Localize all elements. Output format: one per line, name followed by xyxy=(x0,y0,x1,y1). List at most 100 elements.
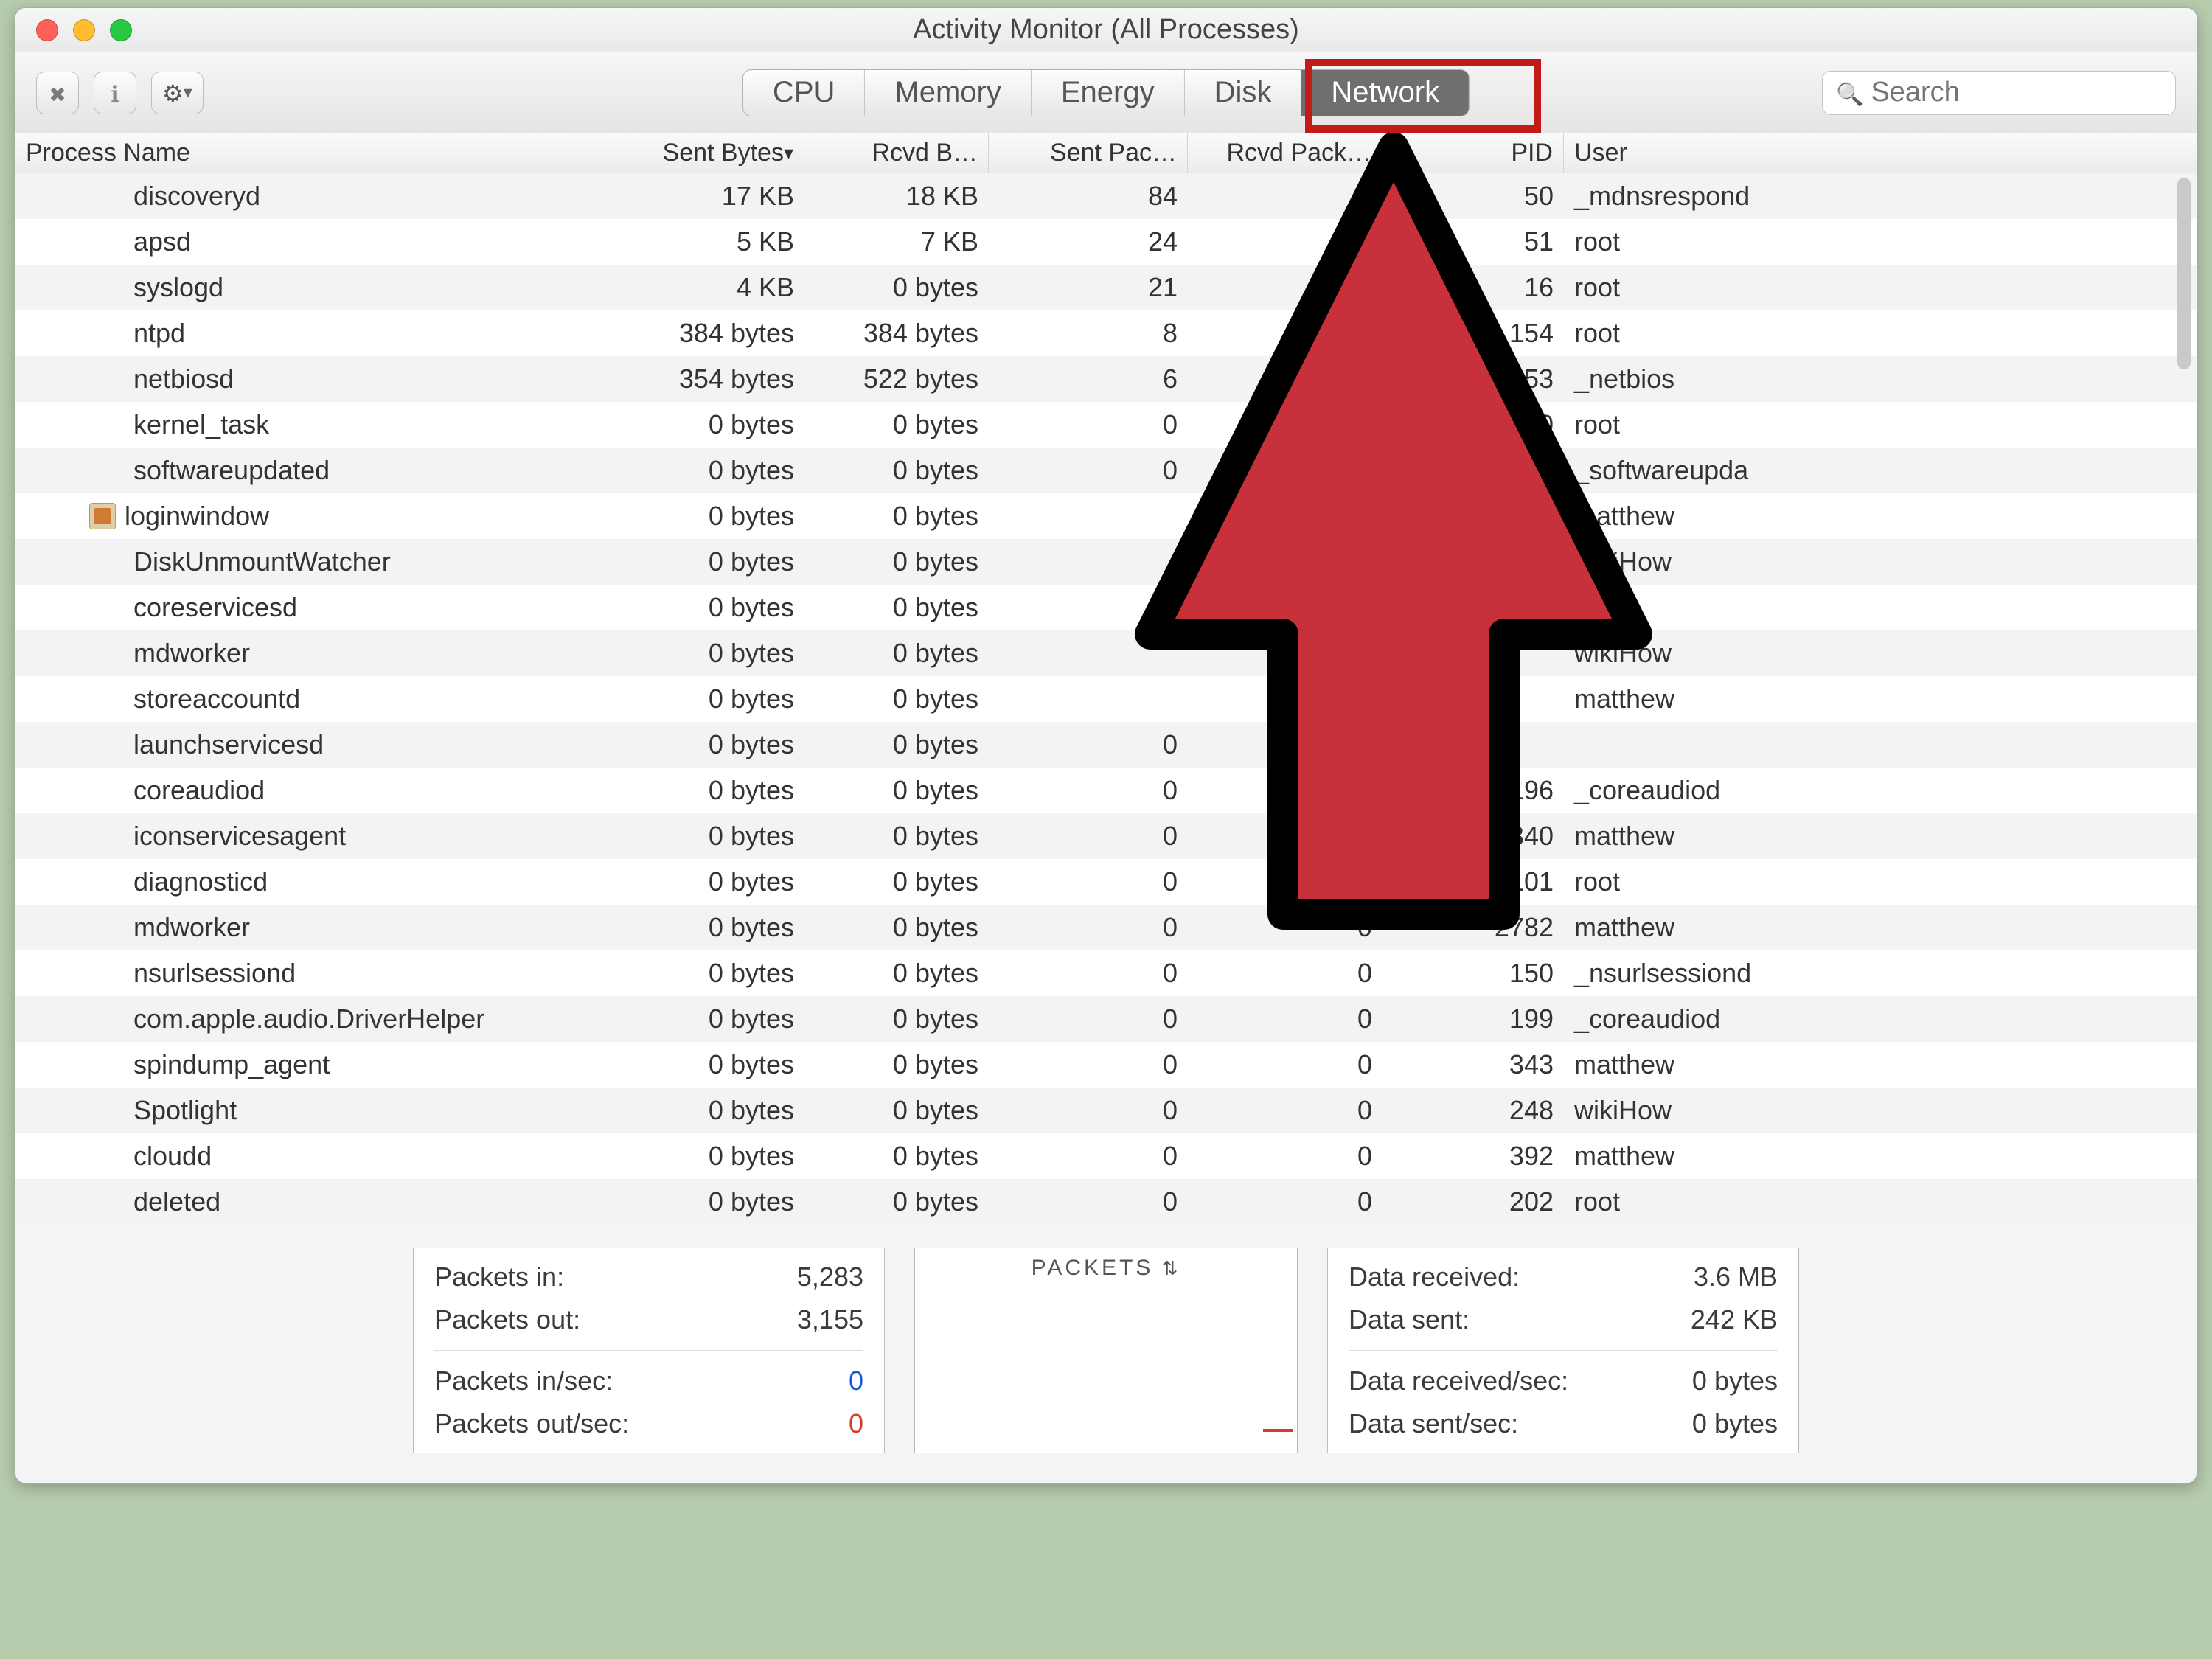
table-row[interactable]: softwareupdated0 bytes0 bytes0_softwareu… xyxy=(15,448,2197,493)
sent-bytes-cell: 0 bytes xyxy=(605,409,804,440)
process-name: DiskUnmountWatcher xyxy=(133,546,391,577)
table-row[interactable]: nsurlsessiond0 bytes0 bytes00150_nsurlse… xyxy=(15,950,2197,996)
tab-network[interactable]: Network xyxy=(1301,70,1469,116)
table-row[interactable]: com.apple.audio.DriverHelper0 bytes0 byt… xyxy=(15,996,2197,1042)
table-row[interactable]: storeaccountd0 bytes0 bytesmatthew xyxy=(15,676,2197,722)
col-process-name[interactable]: Process Name xyxy=(15,133,605,173)
table-row[interactable]: spindump_agent0 bytes0 bytes00343matthew xyxy=(15,1042,2197,1088)
col-rcvd-bytes[interactable]: Rcvd B… xyxy=(804,133,989,173)
table-row[interactable]: mdworker0 bytes0 bytes002782matthew xyxy=(15,905,2197,950)
table-row[interactable]: ntpd384 bytes384 bytes8154root xyxy=(15,310,2197,356)
sent-bytes-cell: 0 bytes xyxy=(605,592,804,623)
sparkline-icon xyxy=(919,1429,1293,1432)
tab-energy[interactable]: Energy xyxy=(1032,70,1185,116)
table-row[interactable]: coreaudiod0 bytes0 bytes00196_coreaudiod xyxy=(15,768,2197,813)
user-cell: matthew xyxy=(1564,1141,2197,1172)
process-name: iconservicesagent xyxy=(133,821,346,852)
sent-bytes-cell: 17 KB xyxy=(605,181,804,212)
process-name: loginwindow xyxy=(125,501,269,532)
process-name-cell: apsd xyxy=(15,226,605,257)
process-name-cell: launchservicesd xyxy=(15,729,605,760)
process-name-cell: syslogd xyxy=(15,272,605,303)
pid-cell: 2782 xyxy=(1402,912,1564,943)
table-row[interactable]: kernel_task0 bytes0 bytes00root xyxy=(15,402,2197,448)
process-name: storeaccountd xyxy=(133,684,300,714)
col-sent-packets[interactable]: Sent Pac… xyxy=(989,133,1188,173)
table-row[interactable]: discoveryd17 KB18 KB8450_mdnsrespond xyxy=(15,173,2197,219)
quit-process-button[interactable] xyxy=(36,72,79,114)
rcvd-bytes-cell: 0 bytes xyxy=(804,272,989,303)
vertical-scrollbar[interactable] xyxy=(2177,178,2191,369)
pid-cell: 150 xyxy=(1402,958,1564,989)
tab-memory[interactable]: Memory xyxy=(865,70,1031,116)
table-row[interactable]: diagnosticd0 bytes0 bytes00101root xyxy=(15,859,2197,905)
inspect-process-button[interactable] xyxy=(94,72,136,114)
user-cell: matthew xyxy=(1564,501,2197,532)
tab-cpu[interactable]: CPU xyxy=(743,70,865,116)
table-row[interactable]: cloudd0 bytes0 bytes00392matthew xyxy=(15,1133,2197,1179)
table-row[interactable]: loginwindow0 bytes0 bytesmatthew xyxy=(15,493,2197,539)
sent-packets-cell: 8 xyxy=(989,318,1188,349)
user-cell: matthew xyxy=(1564,821,2197,852)
rcvd-bytes-cell: 0 bytes xyxy=(804,638,989,669)
options-menu-button[interactable] xyxy=(151,72,204,114)
table-row[interactable]: coreservicesd0 bytes0 bytesroot xyxy=(15,585,2197,630)
window-controls xyxy=(36,19,132,41)
sent-packets-cell: 0 xyxy=(989,1049,1188,1080)
packets-in-label: Packets in: xyxy=(431,1256,712,1298)
process-name-cell: iconservicesagent xyxy=(15,821,605,852)
sent-bytes-cell: 354 bytes xyxy=(605,364,804,394)
col-rcvd-packets[interactable]: Rcvd Pack… xyxy=(1188,133,1402,173)
process-name-cell: storeaccountd xyxy=(15,684,605,714)
table-row[interactable]: syslogd4 KB0 bytes2116root xyxy=(15,265,2197,310)
process-name-cell: coreaudiod xyxy=(15,775,605,806)
packets-out-value: 3,155 xyxy=(712,1298,866,1341)
tab-disk[interactable]: Disk xyxy=(1185,70,1302,116)
table-row[interactable]: DiskUnmountWatcher0 bytes0 byteswikiHow xyxy=(15,539,2197,585)
col-pid[interactable]: PID xyxy=(1402,133,1564,173)
sent-bytes-cell: 0 bytes xyxy=(605,775,804,806)
sent-packets-cell: 0 xyxy=(989,958,1188,989)
table-row[interactable]: launchservicesd0 bytes0 bytes00 xyxy=(15,722,2197,768)
sent-bytes-cell: 0 bytes xyxy=(605,638,804,669)
table-row[interactable]: Spotlight0 bytes0 bytes00248wikiHow xyxy=(15,1088,2197,1133)
table-row[interactable]: apsd5 KB7 KB2451root xyxy=(15,219,2197,265)
pid-cell: 154 xyxy=(1402,318,1564,349)
col-user[interactable]: User xyxy=(1564,133,2197,173)
search-input[interactable] xyxy=(1871,77,2197,108)
minimize-window-button[interactable] xyxy=(73,19,95,41)
sent-bytes-cell: 0 bytes xyxy=(605,501,804,532)
close-window-button[interactable] xyxy=(36,19,58,41)
rcvd-bytes-cell: 0 bytes xyxy=(804,409,989,440)
process-name-cell: Spotlight xyxy=(15,1095,605,1126)
table-row[interactable]: mdworker0 bytes0 byteswikiHow xyxy=(15,630,2197,676)
process-name: kernel_task xyxy=(133,409,269,440)
packets-graph[interactable]: PACKETS xyxy=(914,1248,1298,1453)
process-name-cell: mdworker xyxy=(15,638,605,669)
rcvd-packets-cell: 0 xyxy=(1188,775,1402,806)
col-sent-bytes[interactable]: Sent Bytes xyxy=(605,133,804,173)
table-row[interactable]: iconservicesagent0 bytes0 bytes00340matt… xyxy=(15,813,2197,859)
process-name: deleted xyxy=(133,1186,220,1217)
user-cell: _coreaudiod xyxy=(1564,775,2197,806)
sent-packets-cell: 0 xyxy=(989,866,1188,897)
process-name: cloudd xyxy=(133,1141,212,1172)
data-received-value: 3.6 MB xyxy=(1626,1256,1781,1298)
zoom-window-button[interactable] xyxy=(110,19,132,41)
rcvd-packets-cell: 0 xyxy=(1188,729,1402,760)
data-sent-label: Data sent: xyxy=(1346,1298,1626,1341)
pid-cell: 50 xyxy=(1402,181,1564,212)
search-field[interactable] xyxy=(1822,71,2176,115)
process-name-cell: loginwindow xyxy=(15,501,605,532)
rcvd-packets-cell: 0 xyxy=(1188,1049,1402,1080)
user-cell: _netbios xyxy=(1564,364,2197,394)
process-name-cell: nsurlsessiond xyxy=(15,958,605,989)
sent-packets-cell: 24 xyxy=(989,226,1188,257)
user-cell: matthew xyxy=(1564,1049,2197,1080)
x-circle-icon xyxy=(49,77,66,108)
table-row[interactable]: netbiosd354 bytes522 bytes6153_netbios xyxy=(15,356,2197,402)
table-row[interactable]: deleted0 bytes0 bytes00202root xyxy=(15,1179,2197,1225)
rcvd-bytes-cell: 0 bytes xyxy=(804,912,989,943)
sent-packets-cell: 0 xyxy=(989,1186,1188,1217)
sent-bytes-cell: 0 bytes xyxy=(605,455,804,486)
